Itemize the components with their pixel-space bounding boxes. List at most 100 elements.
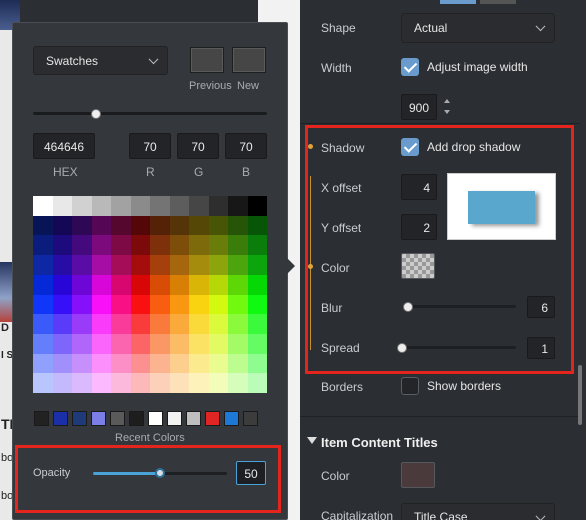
swatch-cell[interactable] [228,255,248,275]
recent-color-swatch[interactable] [224,411,239,426]
swatch-cell[interactable] [208,373,228,393]
swatch-cell[interactable] [111,215,131,236]
swatch-cell[interactable] [189,353,209,374]
swatch-cell[interactable] [189,274,209,295]
swatch-cell[interactable] [72,314,92,334]
swatch-cell[interactable] [111,255,131,275]
swatch-cell[interactable] [189,196,209,216]
swatch-cell[interactable] [169,255,189,275]
capitalization-dropdown[interactable]: Title Case [401,503,555,520]
swatch-cell[interactable] [247,373,267,393]
swatch-cell[interactable] [169,333,189,354]
recent-color-swatch[interactable] [186,411,201,426]
swatch-cell[interactable] [228,333,248,354]
swatch-cell[interactable] [228,353,248,374]
stepper-up-icon[interactable] [444,99,450,103]
swatch-cell[interactable] [189,333,209,354]
swatch-cell[interactable] [150,196,170,216]
swatch-cell[interactable] [150,235,170,256]
swatch-cell[interactable] [247,274,267,295]
width-input[interactable]: 900 [401,94,437,120]
swatch-cell[interactable] [208,196,228,216]
recent-color-swatch[interactable] [72,411,87,426]
shape-dropdown[interactable]: Actual [401,13,555,43]
swatch-cell[interactable] [208,314,228,334]
swatch-cell[interactable] [150,353,170,374]
swatch-cell[interactable] [52,274,72,295]
show-borders-checkbox[interactable] [401,377,419,395]
collapse-triangle-icon[interactable] [307,437,317,444]
swatch-cell[interactable] [208,235,228,256]
swatch-cell[interactable] [130,196,150,216]
swatch-cell[interactable] [52,314,72,334]
swatch-cell[interactable] [189,215,209,236]
swatch-cell[interactable] [72,274,92,295]
swatch-cell[interactable] [228,215,248,236]
picker-mode-dropdown[interactable]: Swatches [33,46,168,75]
recent-color-swatch[interactable] [243,411,258,426]
swatch-cell[interactable] [228,294,248,315]
swatch-cell[interactable] [33,215,53,236]
swatch-cell[interactable] [208,353,228,374]
swatch-cell[interactable] [111,333,131,354]
swatch-cell[interactable] [130,235,150,256]
swatch-cell[interactable] [52,333,72,354]
swatch-cell[interactable] [228,373,248,393]
swatch-cell[interactable] [91,353,111,374]
swatch-cell[interactable] [169,235,189,256]
g-input[interactable]: 70 [177,133,219,159]
brightness-slider-handle[interactable] [91,109,101,119]
recent-color-swatch[interactable] [129,411,144,426]
swatch-cell[interactable] [189,373,209,393]
swatch-cell[interactable] [247,215,267,236]
swatch-cell[interactable] [208,333,228,354]
swatch-cell[interactable] [91,235,111,256]
hex-input[interactable]: 464646 [33,133,95,159]
swatch-cell[interactable] [169,373,189,393]
swatch-cell[interactable] [33,255,53,275]
swatch-cell[interactable] [150,274,170,295]
swatch-cell[interactable] [189,314,209,334]
swatch-cell[interactable] [150,373,170,393]
swatch-cell[interactable] [91,294,111,315]
swatch-cell[interactable] [130,274,150,295]
swatch-cell[interactable] [33,294,53,315]
swatch-cell[interactable] [130,255,150,275]
swatch-cell[interactable] [33,353,53,374]
previous-color-swatch[interactable] [190,47,224,73]
swatch-cell[interactable] [91,196,111,216]
swatch-cell[interactable] [111,196,131,216]
swatch-cell[interactable] [91,373,111,393]
swatch-cell[interactable] [189,255,209,275]
swatch-cell[interactable] [208,215,228,236]
swatch-cell[interactable] [150,314,170,334]
swatch-cell[interactable] [169,215,189,236]
swatch-cell[interactable] [52,215,72,236]
swatch-cell[interactable] [72,373,92,393]
brightness-slider[interactable] [33,112,267,115]
swatch-cell[interactable] [52,255,72,275]
swatch-cell[interactable] [33,196,53,216]
swatch-cell[interactable] [72,294,92,315]
swatch-cell[interactable] [189,294,209,315]
swatch-cell[interactable] [111,274,131,295]
swatch-cell[interactable] [33,274,53,295]
swatch-cell[interactable] [247,294,267,315]
swatch-cell[interactable] [52,294,72,315]
swatch-cell[interactable] [130,215,150,236]
r-input[interactable]: 70 [129,133,171,159]
swatch-cell[interactable] [228,274,248,295]
swatch-cell[interactable] [189,235,209,256]
recent-color-swatch[interactable] [34,411,49,426]
swatch-cell[interactable] [52,373,72,393]
swatch-cell[interactable] [169,294,189,315]
swatch-cell[interactable] [52,353,72,374]
swatch-cell[interactable] [130,353,150,374]
swatch-cell[interactable] [150,333,170,354]
b-input[interactable]: 70 [225,133,267,159]
swatch-cell[interactable] [91,274,111,295]
swatch-cell[interactable] [130,294,150,315]
recent-color-swatch[interactable] [110,411,125,426]
swatch-cell[interactable] [91,314,111,334]
swatch-cell[interactable] [33,314,53,334]
